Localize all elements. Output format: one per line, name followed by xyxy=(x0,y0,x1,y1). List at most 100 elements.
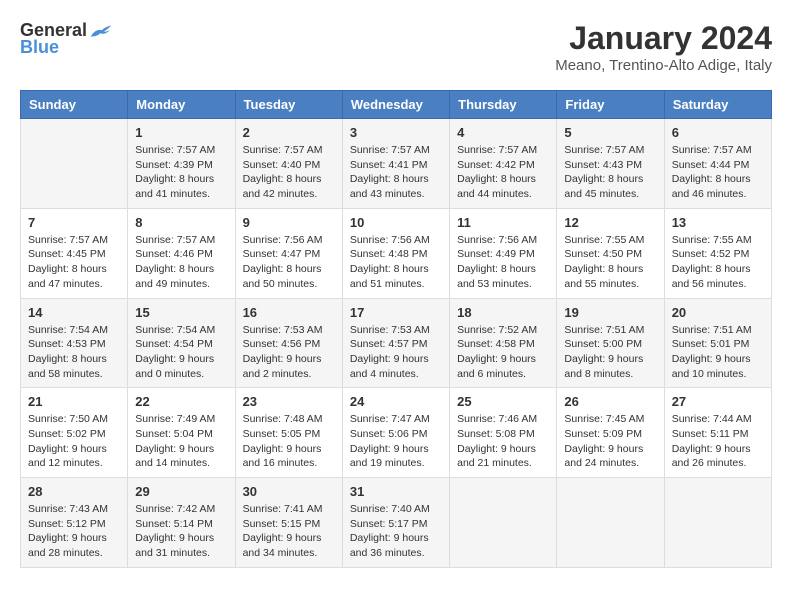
calendar-cell xyxy=(450,478,557,568)
day-info: Sunrise: 7:57 AMSunset: 4:41 PMDaylight:… xyxy=(350,143,442,202)
calendar-cell: 16 Sunrise: 7:53 AMSunset: 4:56 PMDaylig… xyxy=(235,298,342,388)
day-info: Sunrise: 7:48 AMSunset: 5:05 PMDaylight:… xyxy=(243,412,335,471)
calendar-cell: 13 Sunrise: 7:55 AMSunset: 4:52 PMDaylig… xyxy=(664,208,771,298)
weekday-header-monday: Monday xyxy=(128,91,235,119)
day-info: Sunrise: 7:57 AMSunset: 4:39 PMDaylight:… xyxy=(135,143,227,202)
day-number: 26 xyxy=(564,394,656,409)
calendar-cell: 23 Sunrise: 7:48 AMSunset: 5:05 PMDaylig… xyxy=(235,388,342,478)
day-info: Sunrise: 7:56 AMSunset: 4:48 PMDaylight:… xyxy=(350,233,442,292)
calendar-week-row: 21 Sunrise: 7:50 AMSunset: 5:02 PMDaylig… xyxy=(21,388,772,478)
calendar-cell: 22 Sunrise: 7:49 AMSunset: 5:04 PMDaylig… xyxy=(128,388,235,478)
calendar-table: SundayMondayTuesdayWednesdayThursdayFrid… xyxy=(20,90,772,568)
day-info: Sunrise: 7:56 AMSunset: 4:49 PMDaylight:… xyxy=(457,233,549,292)
calendar-cell: 14 Sunrise: 7:54 AMSunset: 4:53 PMDaylig… xyxy=(21,298,128,388)
day-number: 15 xyxy=(135,305,227,320)
calendar-cell xyxy=(664,478,771,568)
day-number: 24 xyxy=(350,394,442,409)
calendar-cell: 17 Sunrise: 7:53 AMSunset: 4:57 PMDaylig… xyxy=(342,298,449,388)
calendar-cell: 25 Sunrise: 7:46 AMSunset: 5:08 PMDaylig… xyxy=(450,388,557,478)
calendar-cell: 20 Sunrise: 7:51 AMSunset: 5:01 PMDaylig… xyxy=(664,298,771,388)
day-number: 5 xyxy=(564,125,656,140)
day-info: Sunrise: 7:45 AMSunset: 5:09 PMDaylight:… xyxy=(564,412,656,471)
weekday-header-thursday: Thursday xyxy=(450,91,557,119)
calendar-cell: 10 Sunrise: 7:56 AMSunset: 4:48 PMDaylig… xyxy=(342,208,449,298)
day-number: 31 xyxy=(350,484,442,499)
calendar-cell xyxy=(21,119,128,209)
calendar-cell: 12 Sunrise: 7:55 AMSunset: 4:50 PMDaylig… xyxy=(557,208,664,298)
day-info: Sunrise: 7:51 AMSunset: 5:00 PMDaylight:… xyxy=(564,323,656,382)
calendar-cell: 4 Sunrise: 7:57 AMSunset: 4:42 PMDayligh… xyxy=(450,119,557,209)
calendar-cell: 18 Sunrise: 7:52 AMSunset: 4:58 PMDaylig… xyxy=(450,298,557,388)
day-number: 21 xyxy=(28,394,120,409)
day-number: 29 xyxy=(135,484,227,499)
day-number: 28 xyxy=(28,484,120,499)
day-info: Sunrise: 7:44 AMSunset: 5:11 PMDaylight:… xyxy=(672,412,764,471)
day-info: Sunrise: 7:54 AMSunset: 4:53 PMDaylight:… xyxy=(28,323,120,382)
calendar-cell: 31 Sunrise: 7:40 AMSunset: 5:17 PMDaylig… xyxy=(342,478,449,568)
day-info: Sunrise: 7:57 AMSunset: 4:44 PMDaylight:… xyxy=(672,143,764,202)
day-info: Sunrise: 7:57 AMSunset: 4:43 PMDaylight:… xyxy=(564,143,656,202)
calendar-cell: 6 Sunrise: 7:57 AMSunset: 4:44 PMDayligh… xyxy=(664,119,771,209)
day-number: 30 xyxy=(243,484,335,499)
calendar-cell: 1 Sunrise: 7:57 AMSunset: 4:39 PMDayligh… xyxy=(128,119,235,209)
day-number: 23 xyxy=(243,394,335,409)
day-info: Sunrise: 7:46 AMSunset: 5:08 PMDaylight:… xyxy=(457,412,549,471)
day-info: Sunrise: 7:51 AMSunset: 5:01 PMDaylight:… xyxy=(672,323,764,382)
calendar-cell: 27 Sunrise: 7:44 AMSunset: 5:11 PMDaylig… xyxy=(664,388,771,478)
day-info: Sunrise: 7:41 AMSunset: 5:15 PMDaylight:… xyxy=(243,502,335,561)
day-info: Sunrise: 7:53 AMSunset: 4:56 PMDaylight:… xyxy=(243,323,335,382)
calendar-cell: 26 Sunrise: 7:45 AMSunset: 5:09 PMDaylig… xyxy=(557,388,664,478)
calendar-week-row: 14 Sunrise: 7:54 AMSunset: 4:53 PMDaylig… xyxy=(21,298,772,388)
weekday-header-wednesday: Wednesday xyxy=(342,91,449,119)
calendar-week-row: 1 Sunrise: 7:57 AMSunset: 4:39 PMDayligh… xyxy=(21,119,772,209)
day-number: 6 xyxy=(672,125,764,140)
day-info: Sunrise: 7:49 AMSunset: 5:04 PMDaylight:… xyxy=(135,412,227,471)
day-info: Sunrise: 7:54 AMSunset: 4:54 PMDaylight:… xyxy=(135,323,227,382)
calendar-cell: 3 Sunrise: 7:57 AMSunset: 4:41 PMDayligh… xyxy=(342,119,449,209)
day-info: Sunrise: 7:53 AMSunset: 4:57 PMDaylight:… xyxy=(350,323,442,382)
day-info: Sunrise: 7:57 AMSunset: 4:46 PMDaylight:… xyxy=(135,233,227,292)
logo: General Blue xyxy=(20,20,113,58)
title-area: January 2024 Meano, Trentino-Alto Adige,… xyxy=(555,20,772,74)
day-info: Sunrise: 7:57 AMSunset: 4:40 PMDaylight:… xyxy=(243,143,335,202)
day-number: 18 xyxy=(457,305,549,320)
calendar-cell: 28 Sunrise: 7:43 AMSunset: 5:12 PMDaylig… xyxy=(21,478,128,568)
day-info: Sunrise: 7:42 AMSunset: 5:14 PMDaylight:… xyxy=(135,502,227,561)
day-number: 19 xyxy=(564,305,656,320)
day-number: 1 xyxy=(135,125,227,140)
day-number: 14 xyxy=(28,305,120,320)
weekday-header-tuesday: Tuesday xyxy=(235,91,342,119)
calendar-cell: 11 Sunrise: 7:56 AMSunset: 4:49 PMDaylig… xyxy=(450,208,557,298)
day-info: Sunrise: 7:57 AMSunset: 4:42 PMDaylight:… xyxy=(457,143,549,202)
header: General Blue January 2024 Meano, Trentin… xyxy=(20,20,772,74)
calendar-cell: 5 Sunrise: 7:57 AMSunset: 4:43 PMDayligh… xyxy=(557,119,664,209)
calendar-title: January 2024 xyxy=(555,20,772,57)
day-info: Sunrise: 7:47 AMSunset: 5:06 PMDaylight:… xyxy=(350,412,442,471)
day-number: 10 xyxy=(350,215,442,230)
weekday-header-saturday: Saturday xyxy=(664,91,771,119)
calendar-cell: 8 Sunrise: 7:57 AMSunset: 4:46 PMDayligh… xyxy=(128,208,235,298)
day-number: 11 xyxy=(457,215,549,230)
day-info: Sunrise: 7:57 AMSunset: 4:45 PMDaylight:… xyxy=(28,233,120,292)
day-number: 7 xyxy=(28,215,120,230)
day-number: 2 xyxy=(243,125,335,140)
day-info: Sunrise: 7:50 AMSunset: 5:02 PMDaylight:… xyxy=(28,412,120,471)
weekday-header-friday: Friday xyxy=(557,91,664,119)
weekday-header-row: SundayMondayTuesdayWednesdayThursdayFrid… xyxy=(21,91,772,119)
day-number: 13 xyxy=(672,215,764,230)
day-info: Sunrise: 7:43 AMSunset: 5:12 PMDaylight:… xyxy=(28,502,120,561)
calendar-cell xyxy=(557,478,664,568)
calendar-cell: 29 Sunrise: 7:42 AMSunset: 5:14 PMDaylig… xyxy=(128,478,235,568)
day-number: 17 xyxy=(350,305,442,320)
logo-bird-icon xyxy=(89,21,113,41)
day-info: Sunrise: 7:55 AMSunset: 4:52 PMDaylight:… xyxy=(672,233,764,292)
weekday-header-sunday: Sunday xyxy=(21,91,128,119)
calendar-week-row: 28 Sunrise: 7:43 AMSunset: 5:12 PMDaylig… xyxy=(21,478,772,568)
day-number: 12 xyxy=(564,215,656,230)
day-number: 8 xyxy=(135,215,227,230)
day-number: 22 xyxy=(135,394,227,409)
calendar-cell: 7 Sunrise: 7:57 AMSunset: 4:45 PMDayligh… xyxy=(21,208,128,298)
calendar-cell: 9 Sunrise: 7:56 AMSunset: 4:47 PMDayligh… xyxy=(235,208,342,298)
calendar-cell: 30 Sunrise: 7:41 AMSunset: 5:15 PMDaylig… xyxy=(235,478,342,568)
calendar-subtitle: Meano, Trentino-Alto Adige, Italy xyxy=(555,57,772,74)
